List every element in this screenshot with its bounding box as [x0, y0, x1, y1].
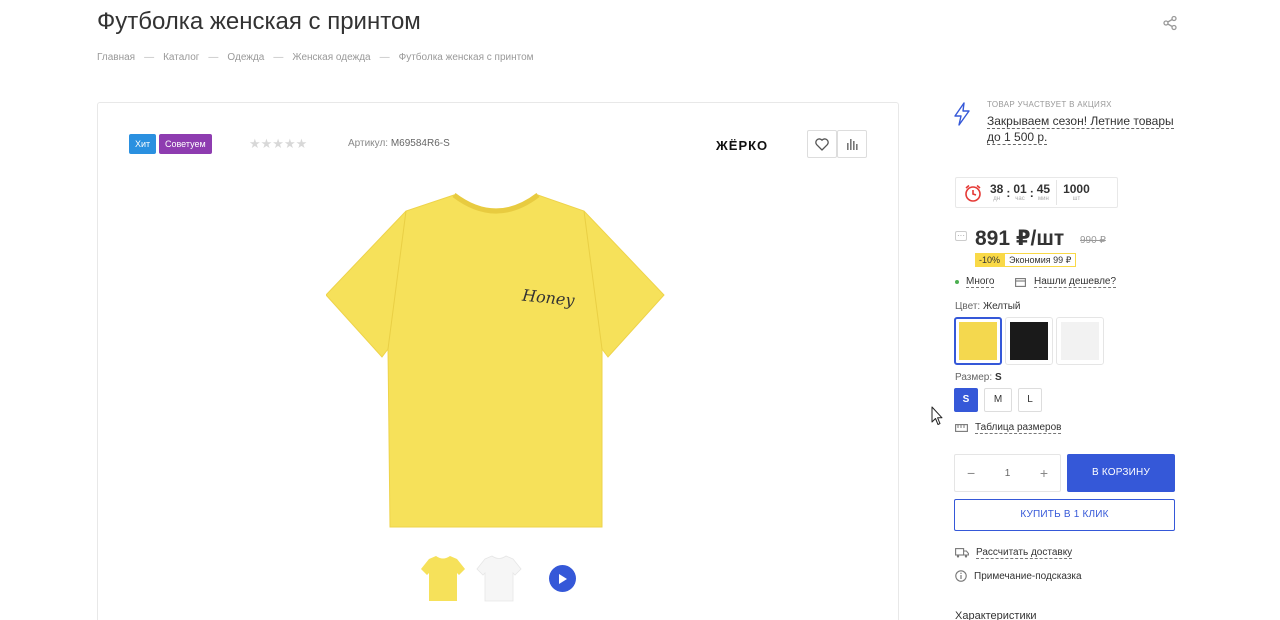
color-label-text: Цвет: [955, 301, 981, 312]
color-swatch-black[interactable] [1005, 317, 1053, 365]
play-icon [559, 573, 567, 584]
color-swatch-white[interactable] [1056, 317, 1104, 365]
stock-label[interactable]: Много [966, 276, 995, 288]
timer-hours-value: 01 [1013, 181, 1027, 196]
buy-one-click-button[interactable]: КУПИТЬ В 1 КЛИК [954, 499, 1175, 531]
stock-dot [955, 280, 959, 284]
page-title: Футболка женская с принтом [97, 8, 421, 35]
timer-days: 38 дн [990, 183, 1003, 203]
delivery-calc-link[interactable]: Рассчитать доставку [955, 547, 1073, 559]
heart-icon [815, 137, 829, 151]
timer-qty-value: 1000 [1063, 181, 1090, 196]
color-swatch-yellow[interactable] [954, 317, 1002, 365]
color-label: Цвет: Желтый [955, 301, 1021, 312]
found-cheaper-label[interactable]: Нашли дешевле? [1034, 276, 1117, 288]
discount-badge: -10% Экономия 99 ₽ [975, 253, 1077, 267]
hint-label: Примечание-подсказка [974, 570, 1082, 582]
old-price: 990 ₽ [1080, 235, 1106, 246]
wallet-icon [1015, 278, 1026, 287]
breadcrumb-item-women[interactable]: Женская одежда [292, 52, 370, 63]
timer-minutes: 45 мин [1037, 183, 1050, 203]
countdown-timer: 38 дн : 01 час : 45 мин 1000 шт [955, 177, 1118, 208]
economy-amount: Экономия 99 ₽ [1004, 253, 1077, 267]
product-gallery: Хит Советуем ★★★★★ Артикул: M69584R6-S Ж… [97, 102, 899, 620]
thumbnail-yellow[interactable] [420, 553, 466, 603]
product-image[interactable]: Honey [326, 187, 666, 531]
truck-icon [955, 548, 969, 558]
timer-hours-unit: час [1015, 195, 1025, 202]
promo-text[interactable]: Закрываем сезон! Летние товары до 1 500 … [987, 114, 1174, 145]
breadcrumb-item-home[interactable]: Главная [97, 52, 135, 63]
timer-quantity: 1000 шт [1063, 183, 1090, 203]
timer-hours: 01 час [1013, 183, 1026, 203]
size-option-l[interactable]: L [1018, 388, 1042, 412]
breadcrumb: Главная — Каталог — Одежда — Женская оде… [97, 52, 534, 63]
alarm-clock-icon [965, 184, 981, 202]
breadcrumb-separator: — [379, 52, 390, 63]
stock-status[interactable]: Много [955, 276, 995, 288]
favorite-button[interactable] [807, 130, 837, 158]
promo-link[interactable]: Закрываем сезон! Летние товары до 1 500 … [987, 113, 1177, 145]
size-selected-value: S [994, 372, 1002, 383]
article-label: Артикул: [348, 138, 389, 149]
breadcrumb-item-catalog[interactable]: Каталог [163, 52, 199, 63]
size-table-label[interactable]: Таблица размеров [975, 422, 1062, 434]
promo-label: Товар участвует в акциях [987, 100, 1112, 109]
size-option-s[interactable]: S [954, 388, 978, 412]
breadcrumb-separator: — [208, 52, 219, 63]
article-number: Артикул: M69584R6-S [348, 138, 450, 149]
size-option-m[interactable]: M [984, 388, 1012, 412]
timer-days-unit: дн [993, 195, 1001, 202]
mouse-cursor-icon [931, 406, 943, 425]
breadcrumb-separator: — [273, 52, 284, 63]
color-selected-value: Желтый [982, 301, 1021, 312]
delivery-calc-label[interactable]: Рассчитать доставку [976, 547, 1073, 559]
timer-minutes-value: 45 [1036, 181, 1051, 196]
discount-percent: -10% [975, 253, 1005, 267]
rating-stars[interactable]: ★★★★★ [249, 136, 307, 152]
lightning-icon [954, 102, 970, 126]
timer-qty-unit: шт [1072, 195, 1081, 202]
price-toggle-icon[interactable]: ··· [955, 231, 967, 241]
swatch-fill [959, 322, 997, 360]
timer-minutes-unit: мин [1038, 195, 1049, 202]
swatch-fill [1061, 322, 1099, 360]
found-cheaper-link[interactable]: Нашли дешевле? [1015, 276, 1117, 288]
quantity-increase-button[interactable]: + [1040, 465, 1048, 481]
size-label-text: Размер: [955, 372, 993, 383]
thumbnail-white[interactable] [476, 553, 522, 603]
quantity-decrease-button[interactable]: − [967, 465, 975, 481]
hint-note: Примечание-подсказка [955, 570, 1082, 582]
timer-divider [1056, 180, 1058, 205]
share-icon[interactable] [1162, 15, 1178, 31]
article-value: M69584R6-S [390, 138, 450, 149]
info-icon [955, 570, 967, 582]
breadcrumb-item-clothes[interactable]: Одежда [227, 52, 264, 63]
badge-recommend: Советуем [159, 134, 212, 154]
bar-chart-icon [847, 139, 858, 150]
size-label: Размер: S [955, 372, 1002, 383]
breadcrumb-separator: — [144, 52, 155, 63]
ruler-icon [955, 424, 968, 432]
size-table-link[interactable]: Таблица размеров [955, 422, 1062, 434]
quantity-stepper: − 1 + [954, 454, 1061, 492]
breadcrumb-item-current: Футболка женская с принтом [398, 52, 534, 63]
add-to-cart-button[interactable]: В КОРЗИНУ [1067, 454, 1175, 492]
current-price: 891 ₽/шт [975, 227, 1065, 250]
swatch-fill [1010, 322, 1048, 360]
compare-button[interactable] [837, 130, 867, 158]
brand-logo[interactable]: ЖЁРКО [716, 138, 768, 153]
badge-hit: Хит [129, 134, 157, 154]
timer-days-value: 38 [990, 181, 1004, 196]
quantity-value[interactable]: 1 [1005, 468, 1011, 479]
characteristics-heading[interactable]: Характеристики [955, 610, 1037, 620]
video-play-button[interactable] [549, 565, 576, 592]
